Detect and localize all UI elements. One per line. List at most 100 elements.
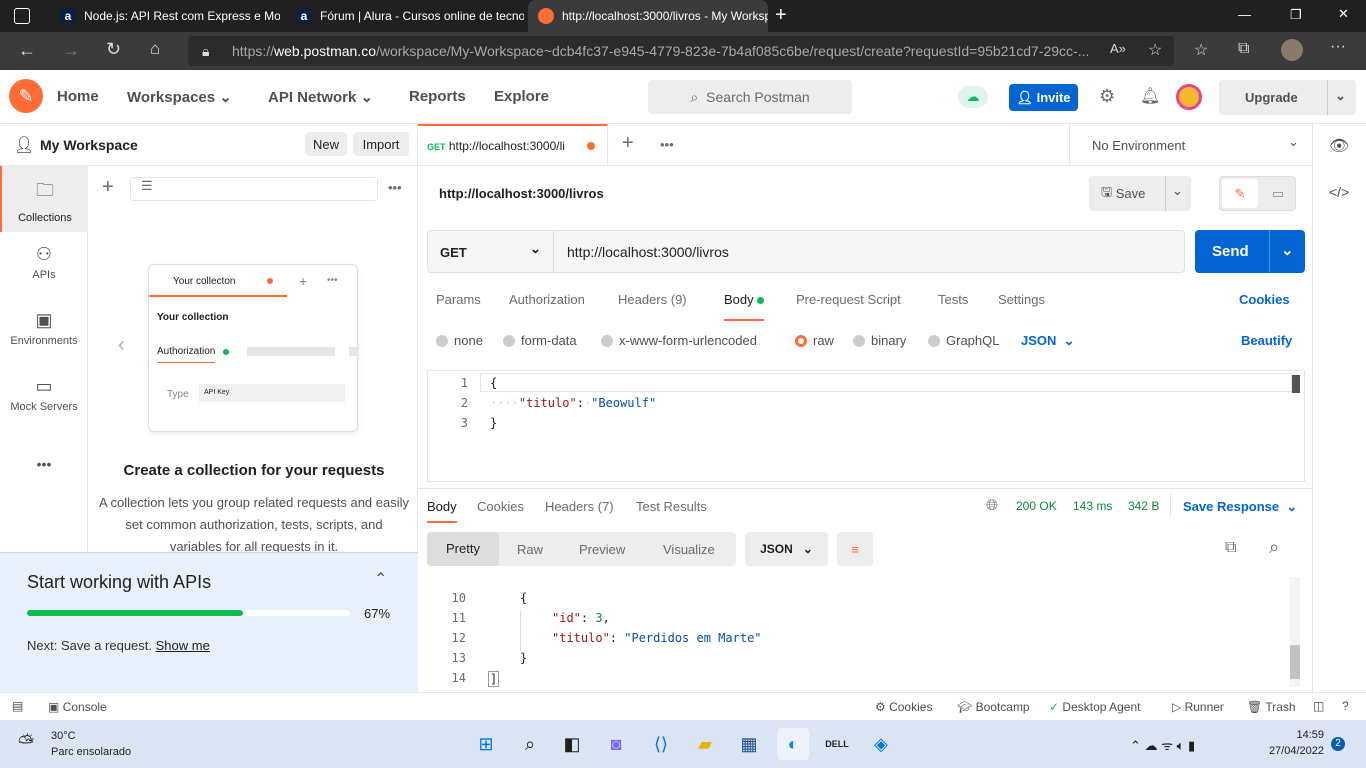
workspace-name[interactable]: My Workspace bbox=[40, 137, 138, 153]
response-tab-cookies[interactable]: Cookies bbox=[477, 499, 524, 514]
scrollbar[interactable] bbox=[1290, 577, 1300, 687]
start-icon[interactable]: ⊞ bbox=[470, 728, 502, 760]
notification-badge[interactable]: 2 bbox=[1331, 737, 1345, 751]
restore-icon[interactable]: ❐ bbox=[1290, 7, 1302, 23]
console-button[interactable]: ▣ Console bbox=[48, 700, 107, 714]
browser-tab-active[interactable]: http://localhost:3000/livros - My Worksp… bbox=[528, 0, 768, 32]
save-response-button[interactable]: Save Response ⌄ bbox=[1183, 499, 1297, 515]
nav-reports[interactable]: Reports bbox=[409, 88, 466, 105]
add-collection-icon[interactable]: + bbox=[102, 176, 114, 199]
weather-text[interactable]: Parc ensolarado bbox=[51, 746, 131, 758]
refresh-icon[interactable]: ↻ bbox=[106, 39, 121, 60]
file-explorer-icon[interactable]: ▰ bbox=[689, 728, 721, 760]
status-bootcamp[interactable]: 🎓︎ Bootcamp bbox=[957, 700, 1030, 714]
nav-workspaces[interactable]: Workspaces ⌄ bbox=[127, 88, 232, 106]
favorite-icon[interactable]: ☆ bbox=[1148, 40, 1162, 60]
scrollbar-thumb[interactable] bbox=[1292, 375, 1300, 393]
vscode-icon[interactable]: ⟨⟩ bbox=[645, 728, 677, 760]
filter-input[interactable]: ☰ bbox=[130, 177, 378, 201]
upgrade-button[interactable]: Upgrade ⌄ bbox=[1219, 80, 1356, 115]
status-trash[interactable]: 🗑︎ Trash bbox=[1247, 700, 1296, 714]
format-select[interactable]: JSON ⌄ bbox=[1021, 333, 1075, 349]
sync-cloud-icon[interactable]: ☁ bbox=[958, 86, 988, 108]
tab-pre-request-script[interactable]: Pre-request Script bbox=[796, 292, 901, 307]
home-icon[interactable]: ⌂ bbox=[150, 39, 160, 59]
show-me-link[interactable]: Show me bbox=[156, 638, 210, 653]
search-input[interactable]: ⌕ Search Postman bbox=[648, 80, 852, 114]
radio-form-data[interactable]: form-data bbox=[503, 333, 577, 348]
search-icon[interactable]: ⌕ bbox=[1269, 537, 1279, 558]
sidebar-item-collections[interactable]: 🗀 Collections bbox=[0, 166, 88, 232]
more-icon[interactable]: ··· bbox=[1330, 38, 1346, 56]
response-size[interactable]: 342 B bbox=[1128, 499, 1159, 513]
nav-home[interactable]: Home bbox=[57, 88, 99, 105]
sidebar-item-apis[interactable]: ⚇ APIs bbox=[0, 244, 88, 281]
comments-icon[interactable]: ▭ bbox=[1262, 179, 1294, 208]
radio-binary[interactable]: binary bbox=[853, 333, 906, 348]
tab-actions-icon[interactable] bbox=[14, 8, 30, 24]
new-button[interactable]: New bbox=[305, 132, 347, 156]
request-body-editor[interactable]: 1 { 2 ····"titulo":·"Beowulf" 3 } bbox=[427, 370, 1305, 482]
nav-explore[interactable]: Explore bbox=[494, 88, 549, 105]
wrap-lines-icon[interactable]: ≡ bbox=[837, 532, 873, 566]
chevron-down-icon[interactable]: ⌄ bbox=[1335, 88, 1346, 104]
response-body-viewer[interactable]: 10 { 11 "id": 3, 12 "titulo": "Perdidos … bbox=[418, 577, 1304, 687]
address-input[interactable]: 🔒︎ https://web.postman.co/workspace/My-Wo… bbox=[188, 36, 1174, 66]
app-icon[interactable]: ◈ bbox=[865, 728, 897, 760]
radio-graphql[interactable]: GraphQL bbox=[928, 333, 999, 348]
tab-body[interactable]: Body bbox=[724, 292, 765, 321]
edit-icon[interactable]: ✎ bbox=[1222, 179, 1258, 208]
more-tabs-icon[interactable]: ••• bbox=[660, 137, 674, 152]
copy-icon[interactable]: ⧉ bbox=[1225, 539, 1236, 557]
browser-tab[interactable]: a Node.js: API Rest com Express e MongoDB… bbox=[50, 0, 280, 32]
tab-settings[interactable]: Settings bbox=[998, 292, 1045, 307]
read-aloud-icon[interactable]: A» bbox=[1110, 41, 1126, 56]
request-name[interactable]: http://localhost:3000/livros bbox=[439, 186, 604, 201]
new-tab-icon[interactable]: + bbox=[775, 4, 787, 27]
response-tab-test-results[interactable]: Test Results bbox=[636, 499, 707, 514]
task-view-icon[interactable]: ◧ bbox=[556, 728, 588, 760]
beautify-link[interactable]: Beautify bbox=[1241, 333, 1292, 348]
response-format-select[interactable]: JSON ⌄ bbox=[745, 532, 828, 566]
favorites-icon[interactable]: ☆ bbox=[1194, 40, 1208, 60]
eye-icon[interactable]: 👁︎ bbox=[1329, 136, 1349, 156]
edge-icon[interactable]: ◐ bbox=[777, 728, 809, 760]
status-runner[interactable]: ▷ Runner bbox=[1172, 700, 1224, 714]
new-tab-icon[interactable]: + bbox=[622, 132, 634, 155]
radio-none[interactable]: none bbox=[436, 333, 483, 348]
view-visualize[interactable]: Visualize bbox=[663, 542, 715, 557]
minimize-icon[interactable]: — bbox=[1238, 7, 1251, 22]
response-status[interactable]: 200 OK bbox=[1016, 499, 1057, 513]
store-icon[interactable]: ▦ bbox=[733, 728, 765, 760]
clock-time[interactable]: 14:59 bbox=[1276, 729, 1324, 741]
chevron-left-icon[interactable]: ‹ bbox=[118, 334, 125, 357]
profile-avatar[interactable] bbox=[1281, 39, 1303, 61]
teams-chat-icon[interactable]: ◙ bbox=[600, 728, 632, 760]
import-button[interactable]: Import bbox=[353, 132, 409, 156]
chevron-down-icon[interactable]: ⌄ bbox=[1172, 183, 1183, 199]
chevron-down-icon[interactable]: ⌄ bbox=[1281, 241, 1294, 259]
save-button[interactable]: 🖫 Save ⌄ bbox=[1089, 176, 1191, 211]
chevron-up-icon[interactable]: ⌃ bbox=[374, 569, 387, 589]
radio-urlencoded[interactable]: x-www-form-urlencoded bbox=[601, 333, 757, 348]
radio-raw[interactable]: raw bbox=[795, 333, 834, 348]
invite-button[interactable]: 👤︎ Invite bbox=[1009, 84, 1078, 111]
tab-tests[interactable]: Tests bbox=[938, 292, 968, 307]
tab-headers[interactable]: Headers (9) bbox=[618, 292, 687, 307]
sidebar-item-mock-servers[interactable]: ▭ Mock Servers bbox=[0, 376, 88, 413]
code-icon[interactable]: </> bbox=[1329, 184, 1349, 200]
more-options-icon[interactable]: ••• bbox=[388, 180, 402, 195]
temperature[interactable]: 30°C bbox=[51, 730, 76, 742]
search-icon[interactable]: ⌕ bbox=[514, 728, 546, 760]
globe-icon[interactable]: 🌐︎ bbox=[986, 497, 998, 514]
response-time[interactable]: 143 ms bbox=[1073, 499, 1112, 513]
back-icon[interactable]: ← bbox=[18, 40, 36, 61]
url-input[interactable]: http://localhost:3000/livros bbox=[567, 244, 729, 260]
status-desktop-agent[interactable]: ✓ Desktop Agent bbox=[1049, 700, 1140, 714]
view-preview[interactable]: Preview bbox=[579, 542, 625, 557]
view-pretty[interactable]: Pretty bbox=[427, 532, 499, 566]
user-avatar[interactable] bbox=[1176, 84, 1202, 110]
status-cookies[interactable]: ⚙ Cookies bbox=[875, 700, 932, 714]
browser-tab[interactable]: a Fórum | Alura - Cursos online de tecnol… bbox=[286, 0, 524, 32]
clock-date[interactable]: 27/04/2022 bbox=[1260, 745, 1324, 757]
